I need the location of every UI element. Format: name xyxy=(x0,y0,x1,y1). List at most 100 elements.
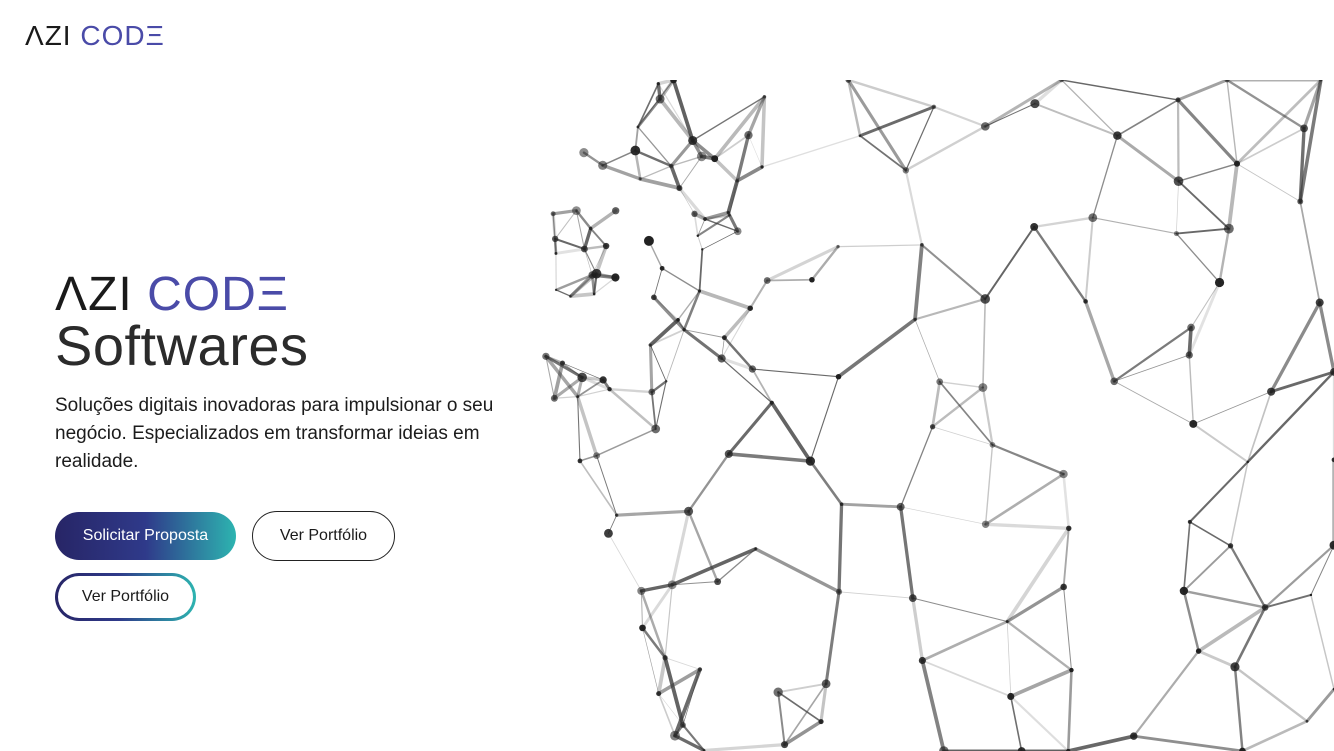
network-node xyxy=(649,343,652,347)
network-edge xyxy=(1233,665,1244,751)
network-edge xyxy=(761,135,861,168)
network-mesh-icon xyxy=(542,80,1334,751)
network-node xyxy=(920,243,924,247)
network-edge xyxy=(656,655,667,696)
network-edge xyxy=(596,455,618,516)
network-edge xyxy=(904,169,923,247)
network-node xyxy=(1309,593,1313,597)
network-node xyxy=(551,235,559,243)
view-portfolio-gradient-button[interactable]: Ver Portfólio xyxy=(55,573,196,621)
network-edge xyxy=(766,278,813,282)
network-edge xyxy=(661,267,701,292)
network-node xyxy=(1069,667,1074,673)
network-edge xyxy=(782,719,823,747)
network-edge xyxy=(1310,544,1334,596)
network-node xyxy=(1179,586,1189,596)
network-node xyxy=(637,586,646,595)
network-node xyxy=(684,506,694,516)
network-edge xyxy=(1113,326,1193,383)
header-logo[interactable]: ΛZI CODΞ xyxy=(25,21,165,51)
network-node xyxy=(550,211,556,217)
network-node xyxy=(696,151,707,162)
network-edge xyxy=(984,225,1036,300)
network-node xyxy=(1227,543,1234,549)
network-edge xyxy=(698,248,704,292)
network-edge xyxy=(1066,668,1073,751)
network-edge xyxy=(914,318,941,383)
network-node xyxy=(667,580,677,590)
network-node xyxy=(664,380,668,383)
network-edge xyxy=(932,426,993,446)
view-portfolio-button[interactable]: Ver Portfólio xyxy=(252,511,395,561)
request-proposal-button[interactable]: Solicitar Proposta xyxy=(55,512,236,560)
network-edge xyxy=(554,247,586,255)
network-node xyxy=(809,276,815,283)
network-edge xyxy=(920,658,946,751)
network-edge xyxy=(1305,687,1334,723)
network-edge xyxy=(1176,80,1229,102)
network-edge xyxy=(1310,594,1334,690)
network-edge xyxy=(1062,472,1071,530)
network-edge xyxy=(1225,80,1306,130)
network-node xyxy=(839,502,844,507)
network-node xyxy=(1223,223,1234,234)
network-node xyxy=(760,165,764,169)
network-node xyxy=(1246,460,1249,464)
network-edge xyxy=(984,472,1065,526)
network-edge xyxy=(638,177,682,190)
network-edge xyxy=(983,522,1071,530)
network-node xyxy=(1230,662,1240,672)
network-edge xyxy=(1032,225,1087,303)
network-edge xyxy=(1175,232,1221,284)
network-edge xyxy=(697,235,703,250)
network-node xyxy=(696,234,700,237)
network-edge xyxy=(1188,354,1195,425)
network-edge xyxy=(840,502,903,509)
network-node xyxy=(577,372,587,383)
logo-text-part2: CODΞ xyxy=(80,20,165,51)
network-edge xyxy=(920,243,987,300)
network-node xyxy=(1185,351,1193,359)
network-node xyxy=(659,265,665,271)
network-node xyxy=(577,458,583,464)
network-edge xyxy=(777,682,828,694)
network-node xyxy=(676,318,680,322)
network-node xyxy=(918,656,926,665)
network-node xyxy=(651,424,661,434)
network-edge xyxy=(809,376,840,462)
network-node xyxy=(682,328,686,332)
network-edge xyxy=(1226,80,1238,165)
network-edge xyxy=(712,95,767,161)
network-edge xyxy=(601,163,642,181)
network-node xyxy=(703,217,707,221)
network-node xyxy=(836,244,840,249)
network-node xyxy=(754,547,757,551)
network-node xyxy=(724,449,733,458)
network-node xyxy=(1261,604,1269,611)
network-node xyxy=(643,235,654,246)
network-edge xyxy=(1033,102,1119,137)
network-edge xyxy=(682,289,701,331)
network-edge xyxy=(1175,227,1230,235)
network-edge xyxy=(1006,621,1012,697)
network-edge xyxy=(727,401,774,456)
network-edge xyxy=(1197,649,1237,669)
network-node xyxy=(733,227,742,236)
network-edge xyxy=(921,659,1012,698)
network-edge xyxy=(589,227,608,247)
network-edge xyxy=(1008,668,1074,699)
network-node xyxy=(555,288,558,291)
network-node xyxy=(1195,648,1202,654)
network-node xyxy=(736,179,739,182)
network-edge xyxy=(634,149,673,168)
network-edge xyxy=(1192,422,1249,463)
network-node xyxy=(1173,231,1179,237)
network-edge xyxy=(1177,162,1238,182)
network-node xyxy=(726,211,730,214)
network-node xyxy=(599,376,607,384)
network-edge xyxy=(991,443,1065,476)
network-node xyxy=(805,456,816,466)
network-node xyxy=(835,373,842,380)
network-edge xyxy=(653,267,663,298)
network-edge xyxy=(1218,227,1231,284)
